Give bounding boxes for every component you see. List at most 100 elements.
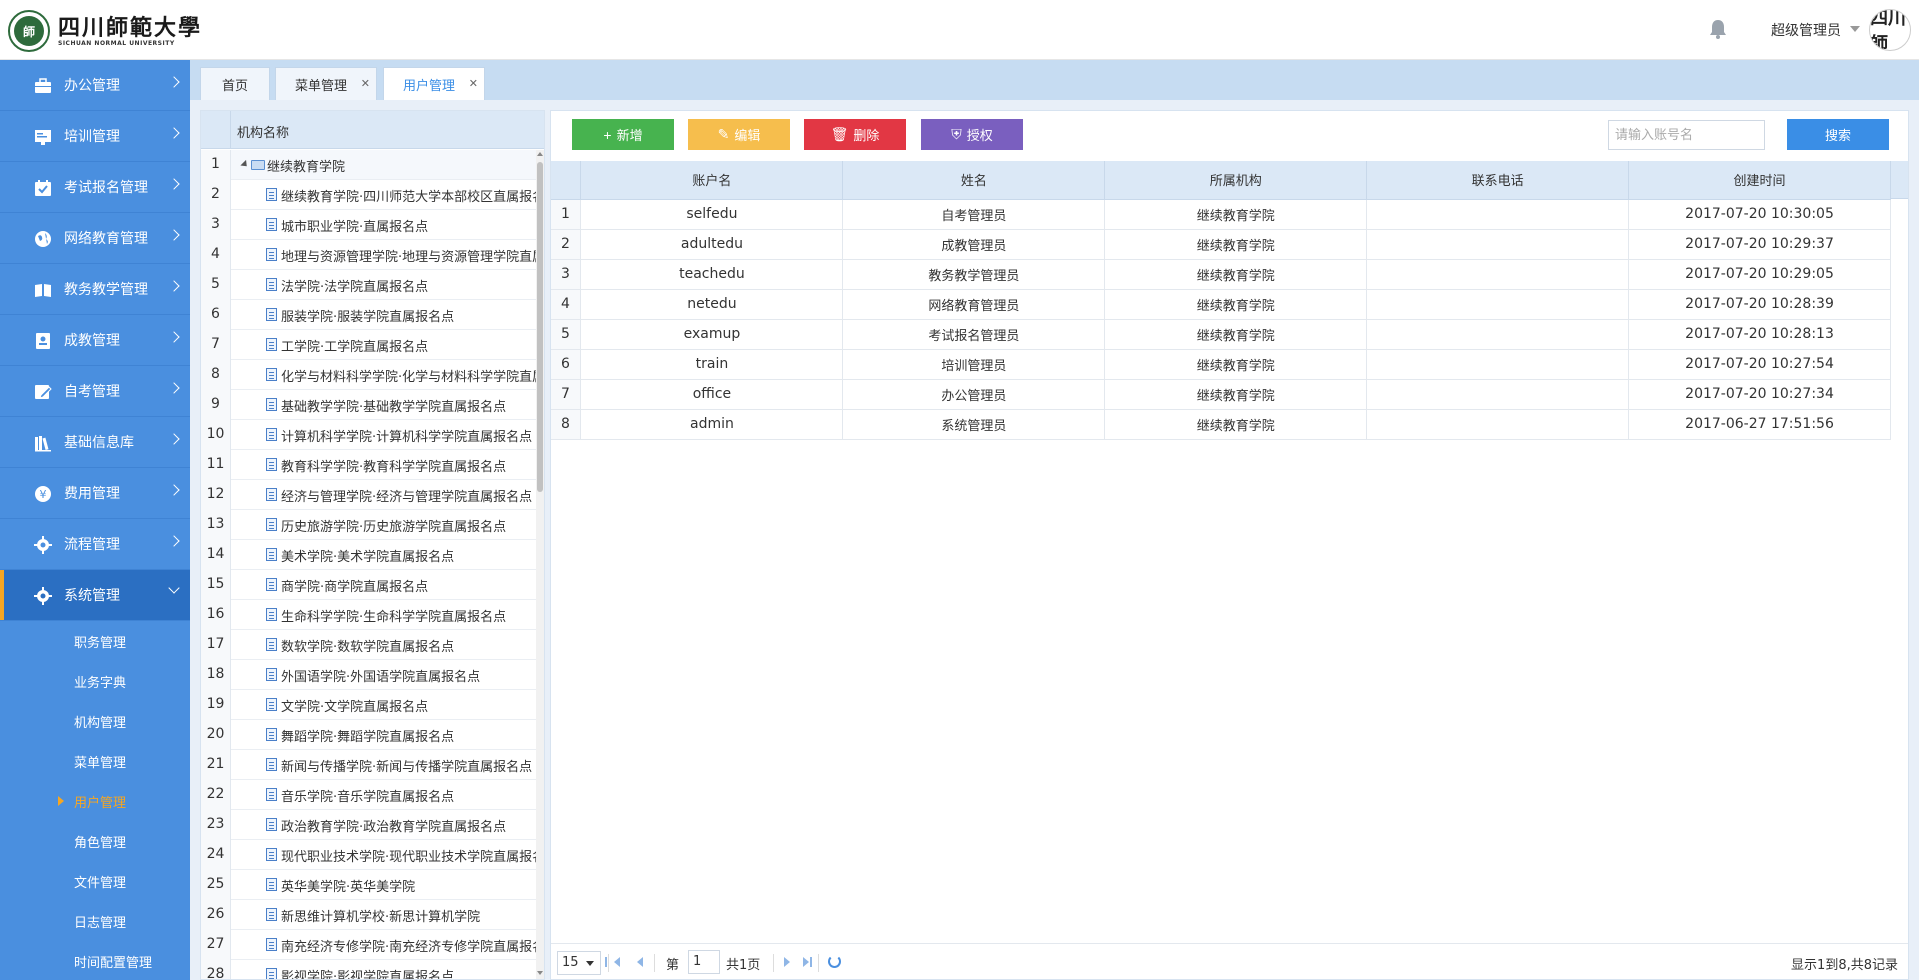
table-row[interactable]: 8 admin 系统管理员 继续教育学院 2017-06-27 17:51:56	[551, 409, 1891, 440]
table-row[interactable]: 5 examup 考试报名管理员 继续教育学院 2017-07-20 10:28:13	[551, 319, 1891, 350]
scroll-down-icon[interactable]	[537, 971, 543, 975]
sidebar-subitem-logs[interactable]: 日志管理	[0, 901, 190, 941]
sidebar-subitem-organization[interactable]: 机构管理	[0, 701, 190, 741]
scroll-up-icon[interactable]	[537, 152, 543, 156]
sidebar-item-office[interactable]: 办公管理	[0, 60, 190, 111]
tree-row[interactable]: 15 商学院·商学院直属报名点	[201, 570, 536, 600]
tree-row[interactable]: 19 文学院·文学院直属报名点	[201, 690, 536, 720]
edit-icon	[35, 385, 52, 399]
scrollbar-thumb[interactable]	[537, 162, 543, 492]
sidebar-item-exam-registration[interactable]: 考试报名管理	[0, 162, 190, 213]
table-row[interactable]: 1 selfedu 自考管理员 继续教育学院 2017-07-20 10:30:05	[551, 199, 1891, 230]
refresh-icon[interactable]	[828, 955, 841, 968]
tree-row[interactable]: 24 现代职业技术学院·现代职业技术学院直属报名点	[201, 840, 536, 870]
column-header-name[interactable]: 姓名	[842, 161, 1106, 200]
sidebar-item-self-study-exam[interactable]: 自考管理	[0, 366, 190, 417]
tree-node-label: 历史旅游学院·历史旅游学院直属报名点	[281, 520, 507, 535]
row-number: 4	[551, 289, 582, 320]
tree-row[interactable]: 22 音乐学院·音乐学院直属报名点	[201, 780, 536, 810]
row-number: 14	[201, 540, 231, 570]
next-page-icon[interactable]	[784, 957, 790, 967]
svg-text:¥: ¥	[40, 488, 47, 501]
tree-row[interactable]: 4 地理与资源管理学院·地理与资源管理学院直属报名点	[201, 240, 536, 270]
tree-row[interactable]: 13 历史旅游学院·历史旅游学院直属报名点	[201, 510, 536, 540]
tree-node-label: 美术学院·美术学院直属报名点	[281, 550, 455, 565]
page-number-input[interactable]: 1	[688, 950, 720, 974]
close-icon[interactable]: ✕	[469, 77, 478, 90]
sidebar-subitem-menu[interactable]: 菜单管理	[0, 741, 190, 781]
close-icon[interactable]: ✕	[361, 77, 370, 90]
table-row[interactable]: 7 office 办公管理员 继续教育学院 2017-07-20 10:27:34	[551, 379, 1891, 410]
account-search-input[interactable]	[1608, 120, 1765, 150]
column-header-phone[interactable]: 联系电话	[1366, 161, 1630, 200]
table-row[interactable]: 4 netedu 网络教育管理员 继续教育学院 2017-07-20 10:28:39	[551, 289, 1891, 320]
tree-row[interactable]: 14 美术学院·美术学院直属报名点	[201, 540, 536, 570]
tree-row[interactable]: 9 基础教学学院·基础教学学院直属报名点	[201, 390, 536, 420]
tree-row[interactable]: 27 南充经济专修学院·南充经济专修学院直属报名点	[201, 930, 536, 960]
search-button[interactable]: 搜索	[1787, 119, 1889, 150]
table-row[interactable]: 3 teachedu 教务教学管理员 继续教育学院 2017-07-20 10:29:0…	[551, 259, 1891, 290]
add-button[interactable]: + 新增	[572, 119, 674, 150]
tree-row[interactable]: 16 生命科学学院·生命科学学院直属报名点	[201, 600, 536, 630]
sidebar-subitem-files[interactable]: 文件管理	[0, 861, 190, 901]
university-logo[interactable]: 師 四川師範大學 SICHUAN NORMAL UNIVERSITY	[8, 10, 202, 52]
sidebar-item-network-education[interactable]: 网络教育管理	[0, 213, 190, 264]
avatar[interactable]: 四川師	[1869, 9, 1911, 51]
last-page-icon[interactable]	[803, 957, 812, 967]
tree-row-root[interactable]: 1 继续教育学院	[201, 150, 536, 180]
tree-row[interactable]: 23 政治教育学院·政治教育学院直属报名点	[201, 810, 536, 840]
tree-row[interactable]: 8 化学与材料科学学院·化学与材料科学学院直属报名点	[201, 360, 536, 390]
authorize-button-label: 授权	[966, 128, 993, 143]
column-header-created-time[interactable]: 创建时间	[1628, 161, 1891, 200]
table-row[interactable]: 6 train 培训管理员 继续教育学院 2017-07-20 10:27:54	[551, 349, 1891, 380]
tab-menu-management[interactable]: 菜单管理 ✕	[275, 67, 377, 100]
sidebar-subitem-roles[interactable]: 角色管理	[0, 821, 190, 861]
sidebar-item-fees[interactable]: ¥ 费用管理	[0, 468, 190, 519]
delete-button[interactable]: 🗑 删除	[804, 119, 906, 150]
tree-row[interactable]: 17 数软学院·数软学院直属报名点	[201, 630, 536, 660]
current-user-name[interactable]: 超级管理员	[1771, 20, 1841, 40]
sidebar-item-training[interactable]: 培训管理	[0, 111, 190, 162]
sidebar-subitem-dictionary[interactable]: 业务字典	[0, 661, 190, 701]
sidebar-item-academic-affairs[interactable]: 教务教学管理	[0, 264, 190, 315]
tree-row[interactable]: 5 法学院·法学院直属报名点	[201, 270, 536, 300]
chevron-down-icon[interactable]	[1850, 26, 1860, 32]
tree-row[interactable]: 26 新思维计算机学校·新思计算机学院	[201, 900, 536, 930]
tree-row[interactable]: 10 计算机科学学院·计算机科学学院直属报名点	[201, 420, 536, 450]
tree-row[interactable]: 28 影视学院·影视学院直属报名点	[201, 960, 536, 979]
tree-row[interactable]: 6 服装学院·服装学院直属报名点	[201, 300, 536, 330]
tree-row[interactable]: 12 经济与管理学院·经济与管理学院直属报名点	[201, 480, 536, 510]
row-number: 11	[201, 450, 231, 480]
sidebar-subitem-users[interactable]: 用户管理	[0, 781, 190, 821]
sidebar-item-system[interactable]: 系统管理	[0, 570, 190, 621]
tree-row[interactable]: 21 新闻与传播学院·新闻与传播学院直属报名点	[201, 750, 536, 780]
tree-row[interactable]: 25 英华美学院·英华美学院	[201, 870, 536, 900]
expand-toggle-icon[interactable]	[240, 159, 250, 170]
sidebar-item-basic-info[interactable]: 基础信息库	[0, 417, 190, 468]
document-icon	[266, 218, 277, 231]
tree-row[interactable]: 20 舞蹈学院·舞蹈学院直属报名点	[201, 720, 536, 750]
tree-row[interactable]: 7 工学院·工学院直属报名点	[201, 330, 536, 360]
table-row[interactable]: 2 adultedu 成教管理员 继续教育学院 2017-07-20 10:29:37	[551, 229, 1891, 260]
sidebar-item-adult-education[interactable]: 成教管理	[0, 315, 190, 366]
tree-row[interactable]: 3 城市职业学院·直属报名点	[201, 210, 536, 240]
previous-page-icon[interactable]	[637, 957, 643, 967]
column-header-organization[interactable]: 所属机构	[1104, 161, 1368, 200]
tree-node-label: 新闻与传播学院·新闻与传播学院直属报名点	[281, 760, 533, 775]
tab-user-management[interactable]: 用户管理 ✕	[383, 67, 485, 100]
tree-scrollbar[interactable]	[536, 150, 544, 979]
column-header-account[interactable]: 账户名	[580, 161, 844, 200]
tab-home[interactable]: 首页	[200, 67, 270, 100]
sidebar-subitem-time-config[interactable]: 时间配置管理	[0, 941, 190, 980]
tree-row[interactable]: 2 继续教育学院·四川师范大学本部校区直属报名点	[201, 180, 536, 210]
bell-icon[interactable]	[1707, 18, 1729, 40]
tree-row[interactable]: 11 教育科学学院·教育科学学院直属报名点	[201, 450, 536, 480]
page-size-select[interactable]: 15	[557, 951, 601, 975]
tree-row[interactable]: 18 外国语学院·外国语学院直属报名点	[201, 660, 536, 690]
sidebar-item-workflow[interactable]: 流程管理	[0, 519, 190, 570]
sidebar-subitem-position[interactable]: 职务管理	[0, 621, 190, 661]
edit-button[interactable]: ✎ 编辑	[688, 119, 790, 150]
authorize-button[interactable]: ⛨ 授权	[921, 119, 1023, 150]
users-table: 账户名 姓名 所属机构 联系电话 创建时间 1 selfedu 自考管理员 继续教育学…	[551, 161, 1891, 440]
first-page-icon[interactable]	[605, 957, 620, 967]
